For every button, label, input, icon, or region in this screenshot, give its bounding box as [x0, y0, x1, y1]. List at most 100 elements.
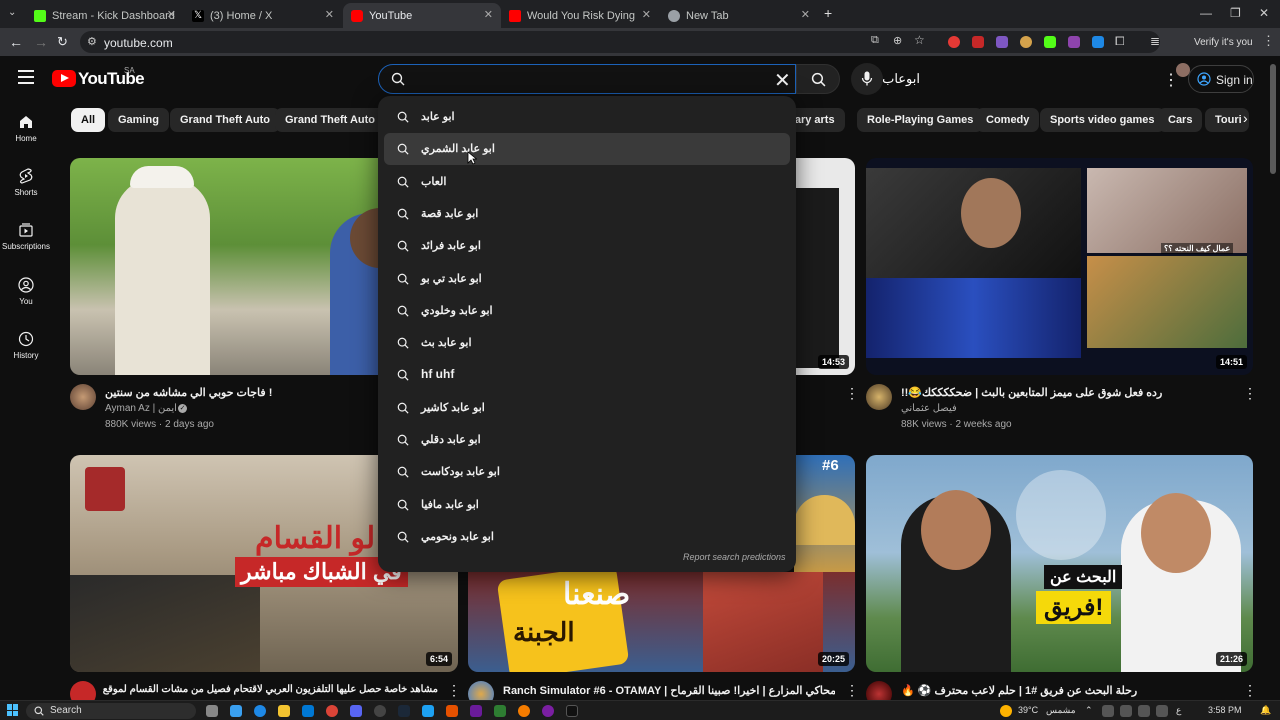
steam-icon[interactable] — [398, 705, 410, 717]
tab-close-icon[interactable]: ✕ — [484, 8, 493, 21]
taskbar-search-box[interactable]: Search — [26, 703, 196, 719]
reload-icon[interactable]: ↻ — [57, 34, 68, 50]
video-menu-icon[interactable]: ⋮ — [1243, 682, 1257, 699]
chrome-icon[interactable] — [326, 705, 338, 717]
tiktok-icon[interactable] — [566, 705, 578, 717]
video-menu-icon[interactable]: ⋮ — [845, 385, 859, 402]
sidebar-item-home[interactable]: Home — [0, 114, 52, 143]
tab-youtube[interactable]: YouTube ✕ — [343, 3, 501, 28]
chip-rpg[interactable]: Role-Playing Games — [857, 108, 984, 132]
channel-name[interactable]: فيصل عثماني — [901, 403, 957, 414]
tab-close-icon[interactable]: ✕ — [325, 8, 334, 21]
extension-kick-icon[interactable] — [1044, 36, 1056, 48]
clear-search-icon[interactable]: ✕ — [774, 68, 791, 93]
chip-all[interactable]: All — [71, 108, 106, 132]
search-suggestion[interactable]: ابو عابد تي بو — [384, 263, 790, 295]
youtube-logo-icon[interactable] — [52, 70, 76, 87]
video-menu-icon[interactable]: ⋮ — [845, 682, 859, 699]
clock-time[interactable]: 3:58 PM — [1208, 705, 1242, 715]
video-title[interactable]: رده فعل شوق على ميمز المتابعين بالبث | ض… — [901, 386, 1231, 399]
tab-new-tab[interactable]: New Tab ✕ — [660, 3, 818, 28]
tab-close-icon[interactable]: ✕ — [167, 8, 176, 21]
keyboard-language[interactable]: ع — [1176, 705, 1181, 716]
extension-red-icon[interactable] — [948, 36, 960, 48]
search-suggestion[interactable]: ابو عابد دقلي — [384, 424, 790, 456]
video-thumbnail[interactable]: 14:53 — [794, 158, 855, 375]
discord-icon[interactable] — [350, 705, 362, 717]
search-suggestion[interactable]: العاب — [384, 166, 790, 198]
extension-icon[interactable] — [1020, 36, 1032, 48]
search-input[interactable] — [378, 64, 796, 94]
telegram-icon[interactable] — [422, 705, 434, 717]
guide-menu-icon[interactable] — [18, 70, 34, 84]
chevron-right-icon[interactable]: › — [1243, 110, 1248, 126]
search-suggestion[interactable]: ابو عابد — [384, 101, 790, 133]
url-text[interactable]: youtube.com — [104, 36, 173, 50]
app-icon[interactable] — [470, 705, 482, 717]
extension-icon[interactable] — [1092, 36, 1104, 48]
chip-gta[interactable]: Grand Theft Auto — [170, 108, 281, 132]
chip-comedy[interactable]: Comedy — [976, 108, 1040, 132]
tab-video[interactable]: Would You Risk Dying For $500... ✕ — [501, 3, 659, 28]
video-thumbnail[interactable]: البحث عن فريق! 21:26 — [866, 455, 1253, 672]
tab-close-icon[interactable]: ✕ — [801, 8, 810, 21]
extension-icon[interactable] — [1068, 36, 1080, 48]
search-suggestion[interactable]: ابو عابد بودكاست — [384, 456, 790, 488]
tray-app-icon[interactable] — [1120, 705, 1132, 717]
sidebar-item-subscriptions[interactable]: Subscriptions — [0, 222, 52, 251]
search-suggestion[interactable]: ابو عابد مافيا — [384, 489, 790, 521]
bookmark-star-icon[interactable]: ☆ — [914, 33, 925, 47]
chip-cars[interactable]: Cars — [1158, 108, 1203, 132]
search-suggestion[interactable]: ابو عابد فرائد — [384, 230, 790, 262]
search-suggestion[interactable]: ابو عابد كاشير — [384, 392, 790, 424]
app-icon[interactable] — [518, 705, 530, 717]
sidebar-item-you[interactable]: You — [0, 277, 52, 306]
chip-sports-games[interactable]: Sports video games — [1040, 108, 1165, 132]
extensions-puzzle-icon[interactable]: ⧠ — [1115, 34, 1125, 49]
browser-menu-icon[interactable]: ⋮ — [1262, 33, 1275, 49]
sidebar-item-shorts[interactable]: Shorts — [0, 168, 52, 197]
obs-icon[interactable] — [374, 705, 386, 717]
back-icon[interactable]: ← — [9, 34, 23, 50]
reading-list-icon[interactable]: ≣ — [1150, 34, 1160, 48]
search-suggestion[interactable]: ابو عابد بث — [384, 327, 790, 359]
page-scrollbar[interactable] — [1270, 64, 1276, 174]
chip-gaming[interactable]: Gaming — [108, 108, 169, 132]
close-window-icon[interactable]: ✕ — [1259, 6, 1269, 20]
channel-avatar[interactable] — [866, 384, 892, 410]
tray-overflow-icon[interactable]: ⌃ — [1085, 705, 1093, 716]
verify-button[interactable]: Verify it's you — [1194, 37, 1253, 48]
search-suggestion[interactable]: ابو عابد وخلودي — [384, 295, 790, 327]
app-icon[interactable] — [494, 705, 506, 717]
microphone-tray-icon[interactable] — [1138, 705, 1150, 717]
new-tab-button[interactable]: + — [824, 5, 832, 21]
video-menu-icon[interactable]: ⋮ — [1243, 385, 1257, 402]
sign-in-button[interactable]: Sign in — [1188, 65, 1254, 93]
app-icon[interactable] — [446, 705, 458, 717]
extension-shield-icon[interactable] — [996, 36, 1008, 48]
windows-start-icon[interactable] — [7, 704, 19, 716]
edge-icon[interactable] — [254, 705, 266, 717]
search-suggestion[interactable]: ابو عابد الشمري — [384, 133, 790, 166]
notification-bell-icon[interactable]: 🔔 — [1260, 705, 1271, 716]
voice-search-button[interactable] — [851, 63, 883, 95]
forward-icon[interactable]: → — [34, 34, 48, 50]
install-app-icon[interactable]: ⧉ — [871, 34, 879, 47]
minimize-icon[interactable]: — — [1200, 6, 1212, 20]
video-thumbnail[interactable]: #6 — [794, 455, 855, 572]
tray-app-icon[interactable] — [1156, 705, 1168, 717]
file-explorer-icon[interactable] — [278, 705, 290, 717]
restore-icon[interactable]: ❐ — [1230, 6, 1241, 20]
task-view-icon[interactable] — [206, 705, 218, 717]
search-suggestion[interactable]: ابو عابد قصة — [384, 198, 790, 230]
search-button[interactable] — [796, 64, 840, 94]
sidebar-item-history[interactable]: History — [0, 331, 52, 360]
store-icon[interactable] — [302, 705, 314, 717]
search-query-text[interactable]: ابوعاب — [882, 71, 920, 87]
settings-menu-icon[interactable]: ⋮ — [1163, 70, 1179, 90]
tab-list-icon[interactable]: ⌄ — [8, 7, 16, 18]
tray-app-icon[interactable] — [1102, 705, 1114, 717]
tab-x-home[interactable]: 𝕏 (3) Home / X ✕ — [184, 3, 342, 28]
search-suggestion[interactable]: hf uhf — [384, 359, 790, 391]
copilot-icon[interactable] — [230, 705, 242, 717]
